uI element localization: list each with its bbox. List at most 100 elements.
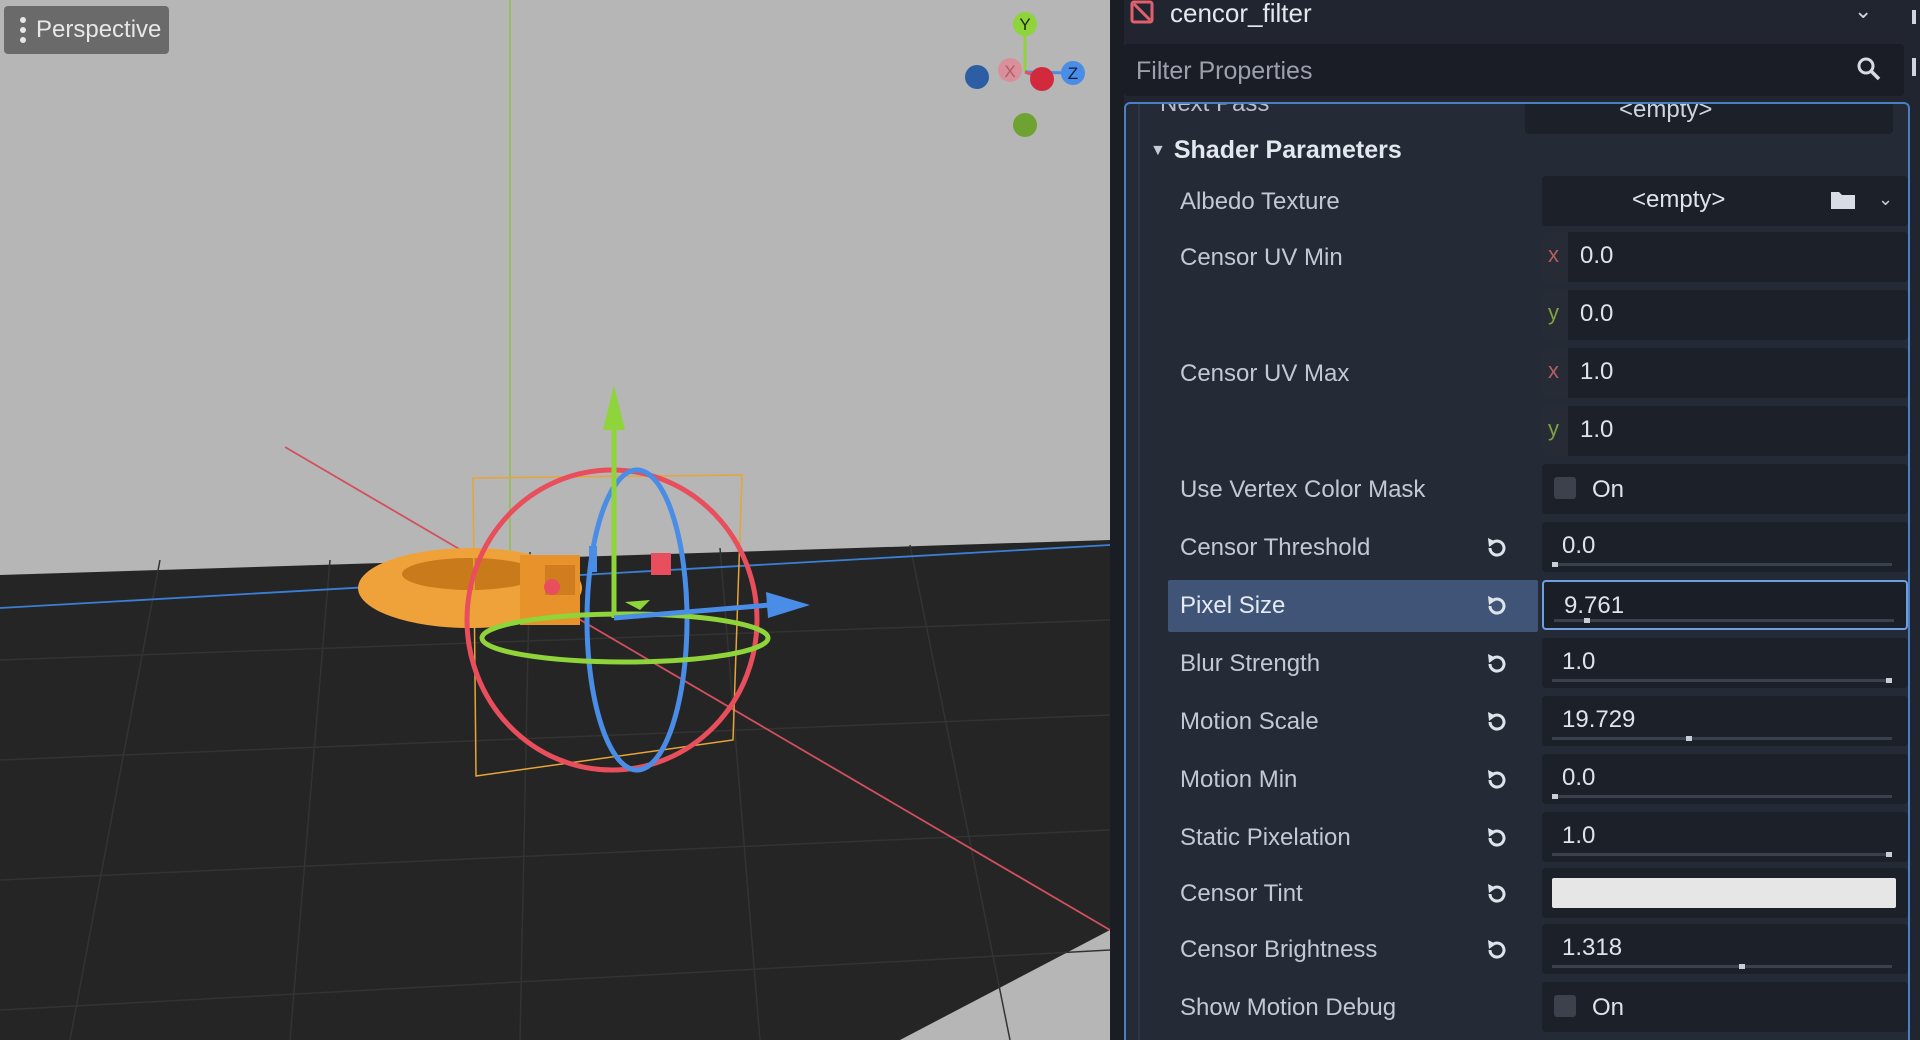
move-arrow-y bbox=[603, 385, 625, 430]
revert-icon[interactable] bbox=[1484, 881, 1510, 907]
axis-y-tag: y bbox=[1542, 290, 1568, 340]
static-pixelation-row: Static Pixelation 1.0 bbox=[1168, 812, 1908, 864]
censor-uv-min-y-field[interactable]: y 0.0 bbox=[1542, 290, 1908, 340]
albedo-texture-field[interactable]: <empty> ⌄ bbox=[1542, 176, 1908, 226]
checkbox-label: On bbox=[1592, 476, 1625, 503]
shader-properties-list: Next Pass <empty> ▼ Shader Parameters Al… bbox=[1124, 102, 1910, 1040]
next-pass-value: <empty> bbox=[1619, 102, 1713, 123]
use-vertex-color-mask-label: Use Vertex Color Mask bbox=[1180, 476, 1426, 503]
slider-grabber[interactable] bbox=[1552, 794, 1558, 799]
slider-track bbox=[1552, 737, 1892, 740]
gizmo-z-label: Z bbox=[1068, 64, 1078, 83]
next-pass-label: Next Pass bbox=[1160, 102, 1270, 117]
revert-icon[interactable] bbox=[1484, 651, 1510, 677]
scene-canvas[interactable] bbox=[0, 0, 1110, 1040]
section-title: Shader Parameters bbox=[1173, 136, 1402, 164]
filter-properties-box[interactable] bbox=[1124, 44, 1904, 96]
censor-brightness-row: Censor Brightness 1.318 bbox=[1168, 924, 1908, 976]
perspective-menu-button[interactable]: Perspective bbox=[4, 6, 170, 54]
use-vertex-color-mask-row: Use Vertex Color Mask On bbox=[1168, 464, 1908, 516]
show-motion-debug-label: Show Motion Debug bbox=[1180, 994, 1397, 1021]
scale-handle-x bbox=[544, 579, 560, 595]
censor-uv-max-x-field[interactable]: x 1.0 bbox=[1542, 348, 1908, 398]
censor-uv-min-x-field[interactable]: x 0.0 bbox=[1542, 232, 1908, 282]
motion-scale-row: Motion Scale 19.729 bbox=[1168, 696, 1908, 748]
blur-strength-slider[interactable]: 1.0 bbox=[1542, 638, 1908, 688]
motion-scale-value: 19.729 bbox=[1562, 706, 1636, 733]
folder-icon[interactable] bbox=[1830, 188, 1856, 210]
motion-scale-slider[interactable]: 19.729 bbox=[1542, 696, 1908, 746]
orientation-gizmo[interactable]: X Y Z bbox=[955, 10, 1095, 140]
revert-icon[interactable] bbox=[1484, 593, 1510, 619]
censor-threshold-slider[interactable]: 0.0 bbox=[1542, 522, 1908, 572]
use-vertex-color-mask-toggle[interactable]: On bbox=[1542, 464, 1908, 514]
slider-track bbox=[1552, 563, 1892, 566]
motion-min-row: Motion Min 0.0 bbox=[1168, 754, 1908, 806]
slider-grabber[interactable] bbox=[1552, 562, 1558, 567]
axis-y-tag: y bbox=[1542, 406, 1568, 456]
resource-header[interactable]: cencor_filter ⌄ bbox=[1124, 0, 1904, 30]
slider-grabber[interactable] bbox=[1886, 852, 1892, 857]
shader-material-icon bbox=[1130, 0, 1154, 24]
revert-icon[interactable] bbox=[1484, 825, 1510, 851]
slider-track bbox=[1554, 619, 1894, 622]
chevron-down-icon[interactable]: ⌄ bbox=[1878, 189, 1893, 210]
slider-grabber[interactable] bbox=[1584, 618, 1591, 623]
show-motion-debug-row: Show Motion Debug On bbox=[1168, 982, 1908, 1034]
slider-grabber[interactable] bbox=[1886, 678, 1892, 683]
censor-brightness-label: Censor Brightness bbox=[1180, 936, 1378, 963]
motion-min-value: 0.0 bbox=[1562, 764, 1596, 791]
revert-icon[interactable] bbox=[1484, 535, 1510, 561]
next-pass-field[interactable]: <empty> bbox=[1525, 102, 1893, 134]
censor-tint-label: Censor Tint bbox=[1180, 880, 1303, 907]
censor-tint-row: Censor Tint bbox=[1168, 868, 1908, 920]
slider-grabber[interactable] bbox=[1685, 736, 1692, 741]
revert-icon[interactable] bbox=[1484, 709, 1510, 735]
static-pixelation-label: Static Pixelation bbox=[1180, 824, 1351, 851]
resource-name: cencor_filter bbox=[1170, 0, 1312, 28]
censor-uv-max-y-value: 1.0 bbox=[1580, 416, 1614, 443]
censor-threshold-row: Censor Threshold 0.0 bbox=[1168, 522, 1908, 574]
censor-tint-color-picker[interactable] bbox=[1542, 868, 1908, 918]
blur-strength-value: 1.0 bbox=[1562, 648, 1596, 675]
pixel-size-slider[interactable]: 9.761 bbox=[1542, 580, 1908, 630]
revert-icon[interactable] bbox=[1484, 767, 1510, 793]
checkbox[interactable] bbox=[1554, 995, 1576, 1017]
slider-track bbox=[1552, 679, 1892, 682]
motion-min-slider[interactable]: 0.0 bbox=[1542, 754, 1908, 804]
censor-uv-min-x-value: 0.0 bbox=[1580, 242, 1614, 269]
chevron-down-icon[interactable]: ⌄ bbox=[1854, 0, 1872, 24]
show-motion-debug-toggle[interactable]: On bbox=[1542, 982, 1908, 1032]
censor-brightness-slider[interactable]: 1.318 bbox=[1542, 924, 1908, 974]
albedo-texture-label: Albedo Texture bbox=[1180, 188, 1340, 215]
panel-divider[interactable] bbox=[1110, 0, 1124, 1040]
censor-uv-max-y-row: y 1.0 bbox=[1168, 406, 1908, 458]
albedo-texture-row: Albedo Texture <empty> ⌄ bbox=[1168, 176, 1908, 228]
gizmo-x-label: X bbox=[1004, 62, 1015, 81]
motion-scale-label: Motion Scale bbox=[1180, 708, 1319, 735]
blur-strength-label: Blur Strength bbox=[1180, 650, 1321, 677]
censor-uv-max-x-value: 1.0 bbox=[1580, 358, 1614, 385]
chevron-down-icon: ▼ bbox=[1150, 141, 1166, 159]
color-swatch[interactable] bbox=[1552, 878, 1896, 908]
static-pixelation-slider[interactable]: 1.0 bbox=[1542, 812, 1908, 862]
censor-uv-min-y-row: y 0.0 bbox=[1168, 290, 1908, 342]
pixel-size-row: Pixel Size 9.761 bbox=[1168, 580, 1908, 632]
censor-uv-max-y-field[interactable]: y 1.0 bbox=[1542, 406, 1908, 456]
filter-properties-input[interactable] bbox=[1134, 52, 1838, 90]
censor-uv-min-y-value: 0.0 bbox=[1580, 300, 1614, 327]
axis-x-tag: x bbox=[1542, 232, 1568, 282]
revert-icon[interactable] bbox=[1484, 937, 1510, 963]
axis-x-tag: x bbox=[1542, 348, 1568, 398]
censor-uv-min-label: Censor UV Min bbox=[1180, 244, 1343, 271]
inspector-panel: cencor_filter ⌄ Next Pass <empty> ▼ Shad… bbox=[1124, 0, 1920, 1040]
motion-min-label: Motion Min bbox=[1180, 766, 1298, 793]
search-icon[interactable] bbox=[1856, 56, 1882, 82]
shader-parameters-section[interactable]: ▼ Shader Parameters bbox=[1150, 136, 1402, 165]
pixel-size-label: Pixel Size bbox=[1180, 592, 1286, 619]
slider-grabber[interactable] bbox=[1739, 964, 1746, 969]
checkbox[interactable] bbox=[1554, 477, 1576, 499]
censor-threshold-label: Censor Threshold bbox=[1180, 534, 1371, 561]
panel-edge-icon[interactable] bbox=[1908, 0, 1920, 96]
3d-viewport[interactable]: X Y Z Perspective bbox=[0, 0, 1110, 1040]
